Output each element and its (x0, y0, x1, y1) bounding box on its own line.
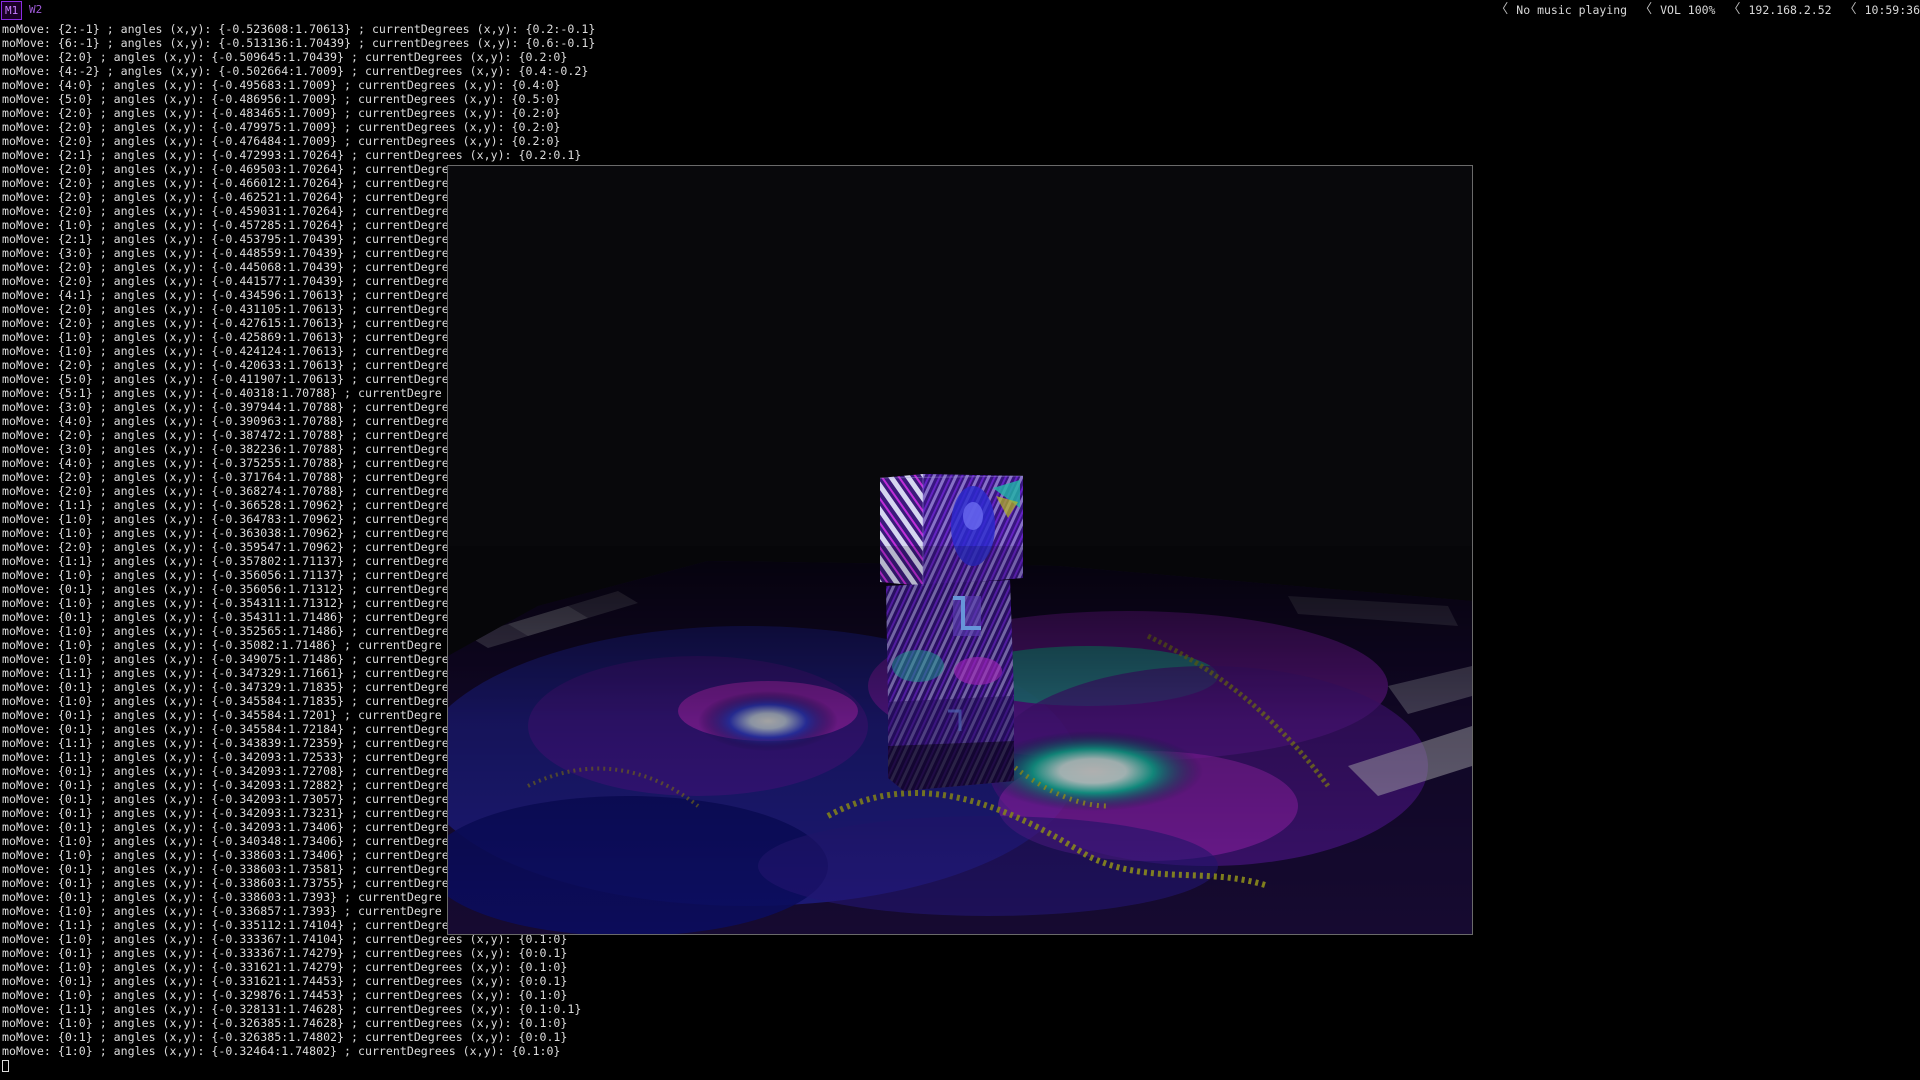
terminal-line: moMove: {5:0} ; angles (x,y): {-0.486956… (2, 92, 561, 106)
opengl-render-window[interactable] (447, 165, 1473, 935)
terminal-line: moMove: {6:-1} ; angles (x,y): {-0.51313… (2, 36, 596, 50)
terminal-line: moMove: {4:-2} ; angles (x,y): {-0.50266… (2, 64, 589, 78)
terminal-line: moMove: {2:0} ; angles (x,y): {-0.483465… (2, 106, 561, 120)
terminal-line: moMove: {1:0} ; angles (x,y): {-0.326385… (2, 1016, 568, 1030)
terminal-line: moMove: {4:0} ; angles (x,y): {-0.495683… (2, 78, 561, 92)
workspace-tab-active[interactable]: M1 (1, 1, 23, 20)
clock: 10:59:36 (1864, 3, 1920, 17)
status-bar: M1 W2 〈 No music playing 〈 VOL 100% 〈 19… (0, 0, 1920, 20)
terminal-line: moMove: {2:-1} ; angles (x,y): {-0.52360… (2, 22, 596, 36)
chevron-left-icon: 〈 (1843, 2, 1857, 17)
chevron-left-icon: 〈 (1639, 2, 1653, 17)
terminal-line: moMove: {0:1} ; angles (x,y): {-0.326385… (2, 1030, 568, 1044)
3d-scene (448, 166, 1472, 934)
terminal-line: moMove: {0:1} ; angles (x,y): {-0.333367… (2, 946, 568, 960)
chevron-left-icon: 〈 (1727, 2, 1741, 17)
terminal-line: moMove: {1:0} ; angles (x,y): {-0.32464:… (2, 1044, 561, 1058)
status-blocks: 〈 No music playing 〈 VOL 100% 〈 192.168.… (1483, 0, 1920, 20)
ip-address: 192.168.2.52 (1748, 3, 1832, 17)
terminal-line: moMove: {0:1} ; angles (x,y): {-0.331621… (2, 974, 568, 988)
terminal-line: moMove: {1:0} ; angles (x,y): {-0.329876… (2, 988, 568, 1002)
terminal-line: moMove: {2:0} ; angles (x,y): {-0.509645… (2, 50, 568, 64)
music-status[interactable]: No music playing (1516, 0, 1627, 20)
terminal-line: moMove: {2:0} ; angles (x,y): {-0.476484… (2, 134, 561, 148)
terminal-line: moMove: {1:1} ; angles (x,y): {-0.328131… (2, 1002, 582, 1016)
cursor-icon (2, 1059, 9, 1072)
terminal-line: moMove: {2:0} ; angles (x,y): {-0.479975… (2, 120, 561, 134)
chevron-left-icon: 〈 (1495, 2, 1509, 17)
terminal-line: moMove: {2:1} ; angles (x,y): {-0.472993… (2, 148, 582, 162)
terminal-line: moMove: {1:0} ; angles (x,y): {-0.331621… (2, 960, 568, 974)
terminal-prompt[interactable] (2, 1058, 1902, 1072)
workspace-tab[interactable]: W2 (26, 1, 45, 18)
volume-status[interactable]: VOL 100% (1660, 0, 1715, 20)
